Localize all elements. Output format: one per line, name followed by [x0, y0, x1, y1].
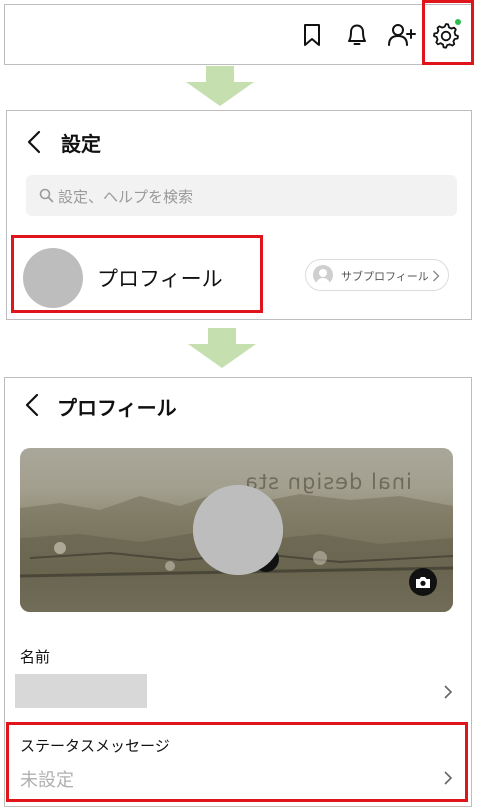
highlight-gear — [422, 0, 474, 65]
down-arrow-2 — [188, 328, 256, 368]
back-arrow-icon[interactable] — [23, 392, 41, 418]
cover-text: inal design sta — [244, 470, 412, 494]
profile-title: プロフィール — [57, 396, 177, 420]
bell-icon[interactable] — [345, 22, 369, 48]
bookmark-icon[interactable] — [301, 23, 323, 47]
highlight-profile-row — [11, 235, 263, 313]
sub-profile-label: サブプロフィール — [341, 270, 429, 283]
highlight-status-message — [6, 722, 468, 802]
sub-profile-avatar-icon — [313, 265, 333, 285]
chevron-right-icon — [444, 685, 453, 699]
sub-profile-button[interactable]: サブプロフィール — [305, 259, 449, 291]
search-input: 設定、ヘルプを検索 — [58, 188, 194, 206]
search-field[interactable]: 設定、ヘルプを検索 — [26, 175, 457, 216]
name-row[interactable] — [15, 674, 465, 710]
back-arrow-icon[interactable] — [25, 129, 43, 155]
camera-icon — [416, 577, 430, 588]
name-label: 名前 — [20, 648, 51, 666]
settings-title: 設定 — [61, 132, 101, 156]
search-icon — [39, 188, 54, 203]
down-arrow-1 — [186, 66, 254, 106]
home-toolbar-panel — [4, 4, 474, 65]
chevron-right-icon — [433, 270, 440, 282]
name-value-redacted — [15, 674, 147, 708]
add-friend-icon[interactable] — [387, 22, 417, 48]
profile-avatar-overlay — [193, 485, 283, 575]
camera-button[interactable] — [409, 568, 437, 596]
